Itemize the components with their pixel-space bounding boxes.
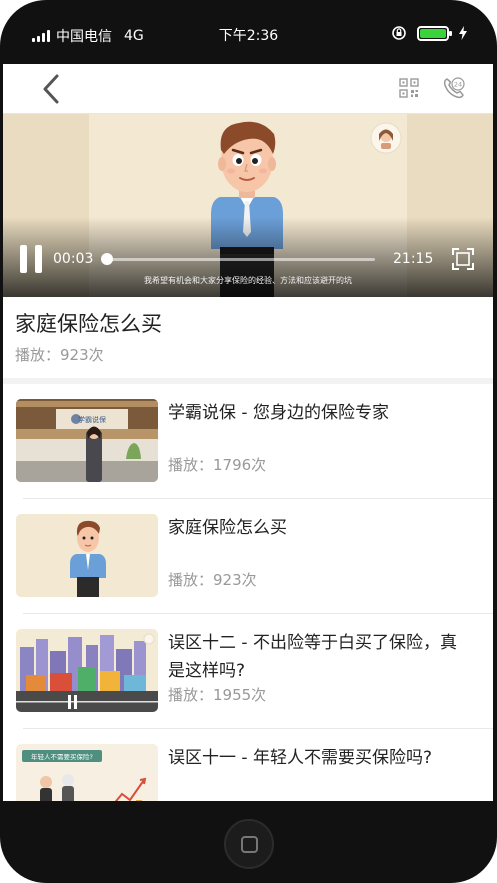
app-screen: 24 我希望有机会和大家分享保险的经验、方法和应该避开的坑 00:03 21:1…	[3, 64, 493, 801]
current-time: 00:03	[53, 251, 94, 267]
svg-text:24: 24	[454, 81, 462, 89]
list-item[interactable]: 年轻人不需要买保险? 误区十一 - 年轻人不需要买保险吗?	[3, 729, 493, 801]
thumbnail-presenter	[16, 514, 158, 597]
hotline-24h-icon[interactable]: 24	[442, 76, 466, 100]
back-chevron-icon[interactable]	[37, 72, 65, 106]
qr-code-icon[interactable]	[399, 78, 419, 98]
list-item-title: 学霸说保 - 您身边的保险专家	[168, 403, 389, 423]
video-title: 家庭保险怎么买	[15, 312, 162, 336]
rotation-lock-icon	[392, 26, 406, 40]
status-right	[391, 25, 467, 41]
video-play-count: 播放：923次	[15, 346, 104, 364]
charging-bolt-icon	[459, 26, 467, 40]
video-subtitle: 我希望有机会和大家分享保险的经验、方法和应该避开的坑	[144, 276, 352, 285]
list-item[interactable]: 学霸说保 学霸说保 - 您身边的保险专家 播放：1796次	[3, 384, 493, 499]
total-duration: 21:15	[393, 251, 434, 267]
top-nav-bar: 24	[3, 64, 493, 114]
home-button[interactable]	[224, 819, 274, 869]
list-item[interactable]: 家庭保险怎么买 播放：923次	[3, 499, 493, 614]
list-item-plays: 播放：1955次	[168, 686, 267, 704]
home-square-icon	[241, 836, 258, 853]
phone-frame: 中国电信 4G 下午2:36 24 我希望有机会和大家分享保险的经验、方法和应该…	[0, 0, 497, 883]
now-playing-info: 家庭保险怎么买 播放：923次	[3, 297, 493, 383]
pause-icon	[20, 245, 27, 273]
progress-bar[interactable]	[100, 253, 375, 265]
progress-knob[interactable]	[100, 253, 113, 265]
status-bar: 中国电信 4G 下午2:36	[0, 0, 497, 64]
thumbnail-elderly: 年轻人不需要买保险?	[16, 744, 158, 801]
video-player[interactable]: 我希望有机会和大家分享保险的经验、方法和应该避开的坑 00:03 21:15	[3, 114, 493, 297]
thumbnail-banner-text: 年轻人不需要买保险?	[31, 752, 93, 761]
list-item[interactable]: 误区十二 - 不出险等于白买了保险，真是这样吗? 播放：1955次	[3, 614, 493, 729]
list-item-plays: 播放：1796次	[168, 456, 267, 474]
list-item-title: 误区十一 - 年轻人不需要买保险吗?	[168, 748, 432, 768]
thumbnail-office: 学霸说保	[16, 399, 158, 482]
list-item-title: 误区十二 - 不出险等于白买了保险，真是这样吗?	[168, 633, 457, 681]
list-item-title: 家庭保险怎么买	[168, 518, 287, 538]
pause-button[interactable]	[20, 245, 42, 273]
thumbnail-city	[16, 629, 158, 712]
office-sign-text: 学霸说保	[78, 415, 106, 424]
battery-icon	[417, 25, 452, 41]
fullscreen-icon[interactable]	[452, 248, 474, 270]
list-item-plays: 播放：923次	[168, 571, 257, 589]
